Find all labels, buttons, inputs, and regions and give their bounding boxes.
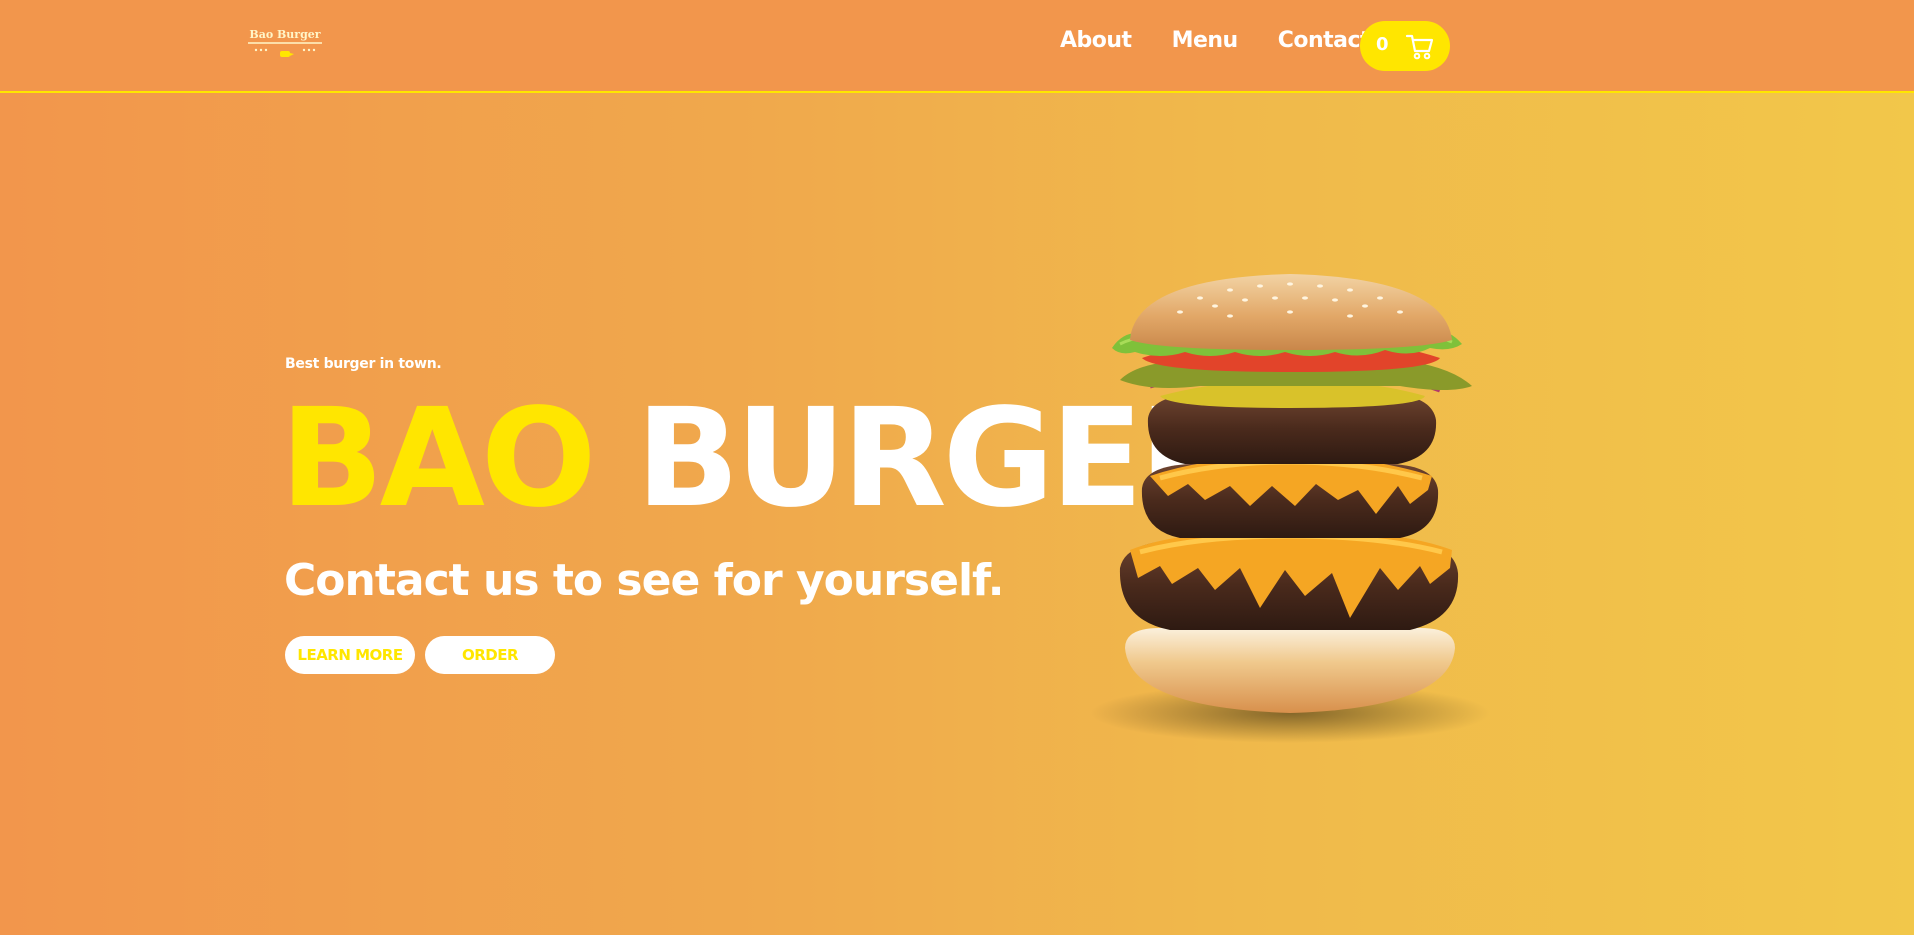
burger-image <box>1090 274 1490 743</box>
nav-link-contact[interactable]: Contact <box>1278 28 1371 53</box>
logo[interactable]: Bao Burger <box>246 26 324 62</box>
site-header: Bao Burger About Menu Contact 0 <box>0 0 1914 93</box>
hero-title-bao: BAO <box>280 380 597 538</box>
hero-tagline: Best burger in town. <box>285 356 442 372</box>
cart-icon <box>1405 34 1434 60</box>
cart-count: 0 <box>1376 34 1389 55</box>
learn-more-button[interactable]: LEARN MORE <box>285 636 415 674</box>
main-nav: About Menu Contact <box>1060 28 1371 53</box>
cart-button[interactable]: 0 <box>1360 21 1450 71</box>
hero-subheading: Contact us to see for yourself. <box>284 555 1004 606</box>
nav-link-about[interactable]: About <box>1060 28 1132 53</box>
order-button[interactable]: ORDER <box>425 636 555 674</box>
nav-link-menu[interactable]: Menu <box>1172 28 1239 53</box>
logo-decoration-icon <box>248 42 322 57</box>
